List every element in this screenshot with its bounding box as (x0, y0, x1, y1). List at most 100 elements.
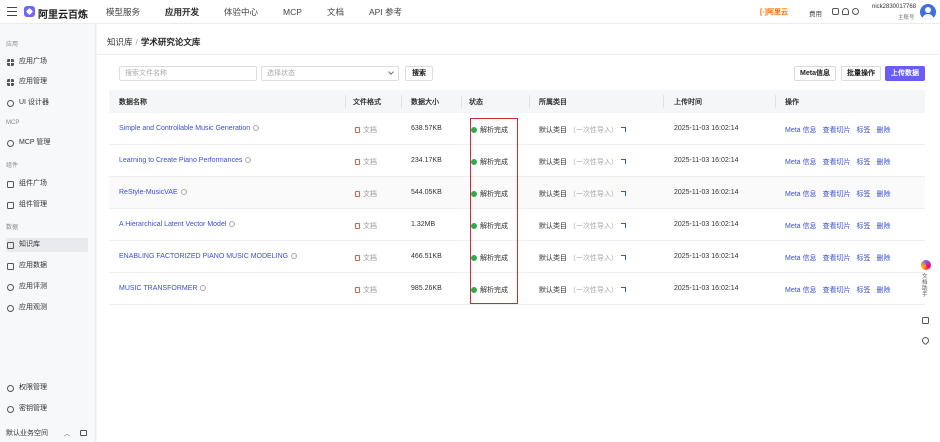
tags-action[interactable]: 标签 (857, 255, 871, 262)
external-link-icon[interactable] (621, 127, 626, 132)
data-name-link[interactable]: ReStyle-MusicVAE (119, 189, 187, 196)
breadcrumb-separator: / (135, 37, 138, 47)
meta-info-action[interactable]: Meta 信息 (785, 159, 817, 166)
tags-action[interactable]: 标签 (857, 159, 871, 166)
category-note: （一次性导入） (569, 159, 618, 166)
sidebar-item-knowledge[interactable]: 知识库 (6, 238, 88, 252)
info-icon[interactable] (180, 189, 187, 195)
external-link-icon[interactable] (621, 159, 626, 164)
tags-action[interactable]: 标签 (857, 223, 871, 230)
section-component: 组件 (6, 163, 19, 169)
meta-info-action[interactable]: Meta 信息 (785, 287, 817, 294)
bell-icon[interactable] (842, 8, 849, 15)
delete-action[interactable]: 删除 (877, 191, 891, 198)
workspace-switcher[interactable]: 默认业务空间 (6, 428, 48, 438)
avatar[interactable] (920, 4, 936, 20)
document-icon[interactable] (922, 317, 929, 324)
data-name-link[interactable]: A Hierarchical Latent Vector Model (119, 221, 236, 228)
view-chunks-action[interactable]: 查看切片 (823, 287, 851, 294)
nav-app-dev[interactable]: 应用开发 (165, 0, 199, 24)
check-circle-icon (471, 255, 477, 261)
view-chunks-action[interactable]: 查看切片 (823, 191, 851, 198)
delete-action[interactable]: 删除 (877, 223, 891, 230)
meta-info-action[interactable]: Meta 信息 (785, 223, 817, 230)
data-name-link[interactable]: ENABLING FACTORIZED PIANO MUSIC MODELING (119, 253, 298, 260)
col-header-status: 状态 (469, 99, 483, 106)
status-text: 解析完成 (480, 223, 508, 230)
assistant-label[interactable]: 文档助手 (922, 274, 930, 298)
info-icon[interactable] (291, 253, 298, 259)
meta-info-button[interactable]: Meta信息 (794, 66, 836, 81)
sidebar-item-app-manage[interactable]: 应用管理 (6, 75, 88, 89)
delete-action[interactable]: 删除 (877, 159, 891, 166)
nav-experience[interactable]: 体验中心 (224, 0, 258, 24)
external-link-icon[interactable] (621, 255, 626, 260)
status-text: 解析完成 (480, 287, 508, 294)
delete-action[interactable]: 删除 (877, 255, 891, 262)
info-icon[interactable] (245, 157, 252, 163)
sidebar-item-permission[interactable]: 权限管理 (6, 381, 88, 395)
sidebar-item-mcp-manage[interactable]: MCP 管理 (6, 136, 88, 150)
nav-docs[interactable]: 文档 (327, 0, 344, 24)
tags-action[interactable]: 标签 (857, 287, 871, 294)
fee-link[interactable]: 费用 (809, 8, 822, 18)
logo-text[interactable]: 阿里云百炼 (38, 6, 88, 21)
sidebar-item-ui-designer[interactable]: UI 设计器 (6, 96, 88, 110)
nav-api[interactable]: API 参考 (369, 0, 402, 24)
tags-action[interactable]: 标签 (857, 127, 871, 134)
assistant-icon[interactable] (921, 260, 931, 270)
delete-action[interactable]: 删除 (877, 287, 891, 294)
view-chunks-action[interactable]: 查看切片 (823, 223, 851, 230)
meta-info-action[interactable]: Meta 信息 (785, 191, 817, 198)
data-name-link[interactable]: Learning to Create Piano Performances (119, 157, 252, 164)
section-app: 应用 (6, 42, 19, 48)
user-role: 主账号 (898, 15, 915, 21)
batch-operation-button[interactable]: 批量操作 (841, 66, 881, 81)
view-chunks-action[interactable]: 查看切片 (823, 159, 851, 166)
status-select[interactable]: 选择状态 (261, 66, 399, 81)
external-link-icon[interactable] (621, 223, 626, 228)
status-badge: 解析完成 (471, 221, 508, 231)
sidebar-item-label: 应用管理 (19, 78, 47, 85)
aliyun-brand-tag[interactable]: [-]阿里云 (760, 7, 788, 17)
external-link-icon[interactable] (621, 287, 626, 292)
external-link-icon[interactable] (621, 191, 626, 196)
sidebar-item-app-plaza[interactable]: 应用广场 (6, 55, 88, 69)
sidebar-item-label: UI 设计器 (19, 99, 49, 106)
view-chunks-action[interactable]: 查看切片 (823, 255, 851, 262)
monitor-icon[interactable] (832, 8, 839, 15)
nav-mcp[interactable]: MCP (283, 0, 302, 24)
sidebar-item-app-eval[interactable]: 应用评测 (6, 280, 88, 294)
data-name-link[interactable]: Simple and Controllable Music Generation (119, 125, 260, 132)
meta-info-action[interactable]: Meta 信息 (785, 127, 817, 134)
info-icon[interactable] (229, 221, 236, 227)
chevron-up-icon[interactable]: ︿ (64, 429, 70, 438)
file-format: 文档 (355, 157, 377, 167)
search-button[interactable]: 搜索 (405, 66, 433, 81)
user-name[interactable]: nick2830017768 (872, 4, 916, 10)
table-row: ENABLING FACTORIZED PIANO MUSIC MODELING… (109, 241, 925, 273)
sidebar-item-keys[interactable]: 密钥管理 (6, 402, 88, 416)
upload-data-button[interactable]: 上传数据 (885, 66, 925, 81)
breadcrumb: 知识库 / 学术研究论文库 (107, 36, 200, 48)
sidebar-item-comp-plaza[interactable]: 组件广场 (6, 177, 88, 191)
delete-action[interactable]: 删除 (877, 127, 891, 134)
file-format-label: 文档 (363, 191, 377, 198)
sidebar-item-comp-manage[interactable]: 组件管理 (6, 198, 88, 212)
row-actions: Meta 信息 查看切片 标签 删除 (785, 157, 897, 167)
menu-icon[interactable] (7, 7, 17, 16)
upload-time: 2025-11-03 16:02:14 (674, 221, 739, 228)
info-icon[interactable] (253, 125, 260, 131)
tags-action[interactable]: 标签 (857, 191, 871, 198)
meta-info-action[interactable]: Meta 信息 (785, 255, 817, 262)
search-input[interactable] (119, 66, 257, 81)
gear-icon[interactable] (852, 8, 859, 15)
info-icon[interactable] (200, 285, 207, 291)
view-chunks-action[interactable]: 查看切片 (823, 127, 851, 134)
nav-model-service[interactable]: 模型服务 (106, 0, 140, 24)
data-name-link[interactable]: MUSIC TRANSFORMER (119, 285, 207, 292)
sidebar-item-app-data[interactable]: 应用数据 (6, 259, 88, 273)
breadcrumb-root[interactable]: 知识库 (107, 37, 133, 47)
sidebar-item-app-watch[interactable]: 应用观测 (6, 301, 88, 315)
collapse-sidebar-icon[interactable] (80, 430, 87, 436)
